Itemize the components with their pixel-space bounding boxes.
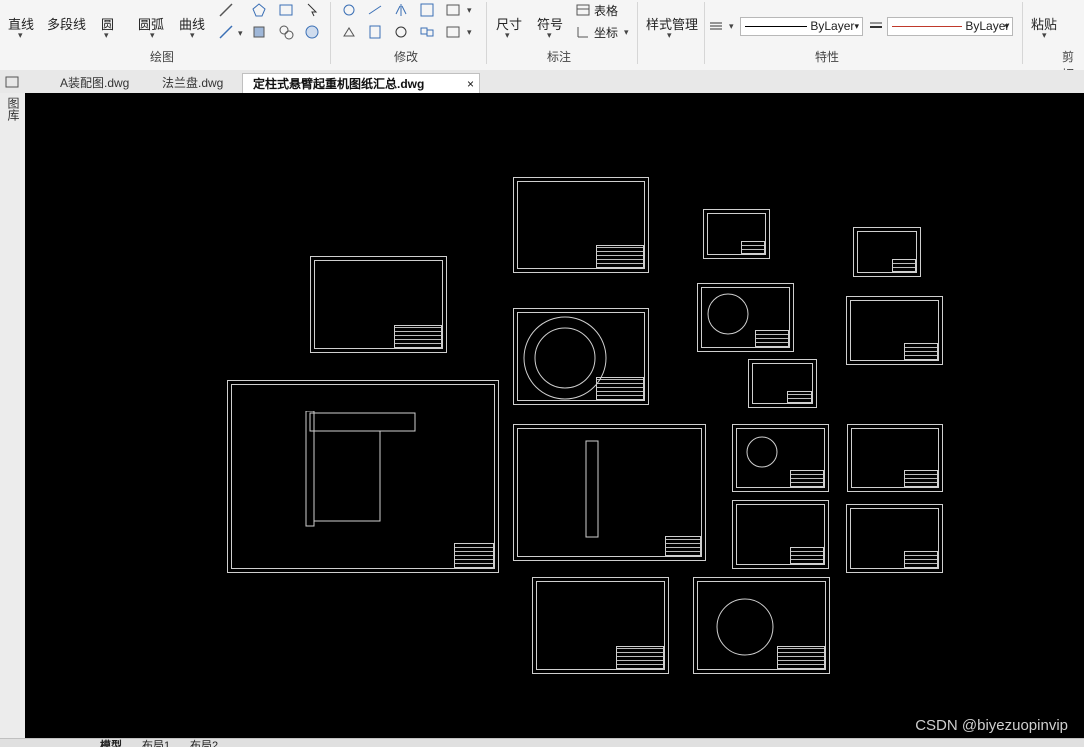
drawing-sheet[interactable] [846,296,943,365]
tab-label: A装配图.dwg [60,76,130,90]
tab-flange-drawing[interactable]: 法兰盘.dwg [152,73,233,93]
pointer-icon[interactable] [304,2,320,18]
copy-icon[interactable] [341,24,357,40]
drawing-sheet[interactable] [846,504,943,573]
coordinate-button[interactable]: 坐标 [594,24,618,41]
column-view [585,440,599,538]
mirror-icon[interactable] [393,2,409,18]
lineweight-value: ByLayer [965,19,1010,33]
line-sample [745,26,807,28]
drawing-sheet[interactable] [513,424,706,561]
ring-view [716,598,774,656]
divider [704,2,705,64]
drawing-sheet[interactable] [513,177,649,273]
scale-icon[interactable] [419,2,435,18]
drawing-sheet[interactable] [513,308,649,405]
move-icon[interactable] [341,2,357,18]
style-dropdown-icon[interactable]: ▾ [667,30,672,41]
document-tab-bar: A装配图.dwg 法兰盘.dwg 定柱式悬臂起重机图纸汇总.dwg × [0,70,1084,94]
divider [1022,2,1023,64]
curve-dropdown-icon[interactable]: ▾ [190,30,195,41]
flange-view [707,293,749,335]
tab-label: 定柱式悬臂起重机图纸汇总.dwg [253,77,425,91]
lineweight-select[interactable]: ByLayer ▾ [887,17,1013,36]
line-dropdown-icon[interactable]: ▾ [18,30,23,41]
dimension-dropdown-icon[interactable]: ▾ [505,30,510,41]
construction-dropdown-icon[interactable]: ▾ [238,28,243,39]
stretch-icon[interactable] [445,2,461,18]
crane-assembly-view [305,411,416,527]
divider [330,2,331,64]
tab-crane-drawings[interactable]: 定柱式悬臂起重机图纸汇总.dwg × [242,73,480,93]
linetype-dropdown-icon[interactable]: ▾ [729,21,734,32]
drawing-sheet[interactable] [853,227,921,277]
drawing-sheet[interactable] [697,283,794,352]
drawing-sheet-main[interactable] [227,380,499,573]
rotate-icon[interactable] [393,24,409,40]
drawing-sheet[interactable] [532,577,669,674]
modify-dropdown-2-icon[interactable]: ▾ [467,27,472,38]
table-button[interactable]: 表格 [594,2,618,19]
tab-label: 法兰盘.dwg [162,76,224,90]
drawing-sheet[interactable] [732,500,829,569]
construction-line-icon[interactable] [218,24,234,40]
line-sample [892,26,962,28]
style-manager-label: 样式管理 [646,17,699,32]
gradient-icon[interactable] [278,24,294,40]
linetype-select[interactable]: ByLayer ▾ [740,17,863,36]
library-sidebar[interactable]: 图库 [0,93,26,738]
divider [486,2,487,64]
ribbon: 直线 ▾ 多段线 圆 ▾ 圆弧 ▾ 曲线 ▾ ▾ 绘图 ▾ ▾ 修改 尺寸 ▾ … [0,0,1084,81]
explode-icon[interactable] [445,24,461,40]
wheel-view [523,316,607,400]
arc-dropdown-icon[interactable]: ▾ [150,30,155,41]
linetype-value: ByLayer [810,19,855,33]
boundary-icon[interactable] [304,24,320,40]
polyline-label: 多段线 [47,17,87,32]
table-label: 表格 [594,4,619,18]
offset-icon[interactable] [367,24,383,40]
polyline-button[interactable]: 多段线 [47,14,86,33]
trim-icon[interactable] [367,2,383,18]
coordinate-dropdown-icon[interactable]: ▾ [624,27,629,38]
tab-menu-icon[interactable] [4,74,20,90]
watermark: CSDN @biyezuopinvip [915,717,1068,734]
table-icon[interactable] [575,2,591,18]
hatch-icon[interactable] [278,2,294,18]
drawing-sheet[interactable] [693,577,830,674]
annotate-panel-label: 标注 [547,50,572,64]
region-icon[interactable] [251,24,267,40]
coordinate-icon[interactable] [575,24,591,40]
drawing-sheet[interactable] [748,359,817,408]
draw-panel-label: 绘图 [150,50,175,64]
properties-panel-label: 特性 [815,50,840,64]
chevron-down-icon: ▾ [1004,21,1009,31]
library-label: 图库 [6,97,20,121]
array-icon[interactable] [419,24,435,40]
polygon-icon[interactable] [251,2,267,18]
modify-panel-label: 修改 [394,50,419,64]
drawing-canvas[interactable] [25,93,1084,738]
lineweight-icon[interactable] [868,18,884,34]
tab-assembly-drawing[interactable]: A装配图.dwg [50,73,139,93]
symbol-dropdown-icon[interactable]: ▾ [547,30,552,41]
modify-dropdown-icon[interactable]: ▾ [467,5,472,16]
close-icon[interactable]: × [467,74,474,94]
linetype-icon[interactable] [708,18,724,34]
drawing-sheet[interactable] [732,424,829,492]
drawing-sheet[interactable] [703,209,770,259]
drawing-sheet[interactable] [847,424,943,492]
paste-dropdown-icon[interactable]: ▾ [1042,30,1047,41]
line-tool-icon[interactable] [218,2,234,18]
drawing-sheet[interactable] [310,256,447,353]
circle-view [746,436,778,468]
chevron-down-icon: ▾ [854,21,859,31]
divider [637,2,638,64]
style-manager-button[interactable]: 样式管理 [646,14,698,33]
coordinate-label: 坐标 [594,26,619,40]
circle-dropdown-icon[interactable]: ▾ [104,30,109,41]
